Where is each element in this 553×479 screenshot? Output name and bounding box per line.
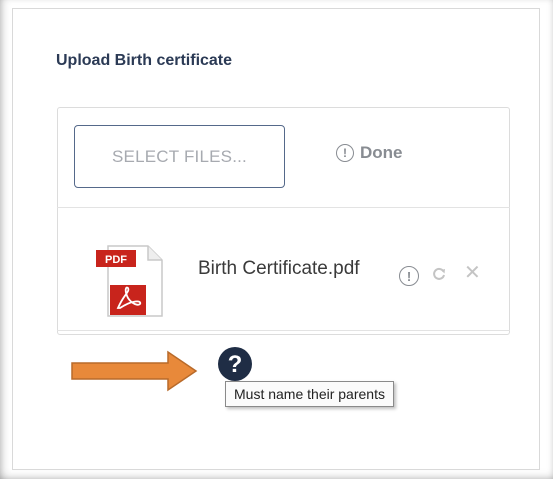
help-glyph: ? xyxy=(228,351,243,378)
help-tooltip: Must name their parents xyxy=(225,381,394,407)
upload-title: Upload Birth certificate xyxy=(56,52,233,69)
uploaded-file-name: Birth Certificate.pdf xyxy=(198,258,360,279)
file-alert-icon: ! xyxy=(399,266,419,286)
toolbar-divider xyxy=(57,207,510,208)
select-files-button[interactable]: SELECT FILES... xyxy=(74,125,285,188)
pdf-file-icon: PDF xyxy=(96,242,166,318)
status-alert-icon: ! xyxy=(336,144,354,162)
pdf-badge-text: PDF xyxy=(105,254,127,266)
help-icon[interactable]: ? xyxy=(216,345,254,383)
select-files-label: SELECT FILES... xyxy=(112,146,247,166)
file-alert-glyph: ! xyxy=(399,266,419,286)
list-divider xyxy=(57,330,510,331)
upload-status: ! Done xyxy=(336,143,403,163)
upload-status-label: Done xyxy=(360,143,403,162)
remove-file-icon[interactable]: ✕ xyxy=(464,263,481,283)
retry-icon[interactable] xyxy=(431,266,447,282)
arrow-annotation-icon xyxy=(70,349,200,394)
